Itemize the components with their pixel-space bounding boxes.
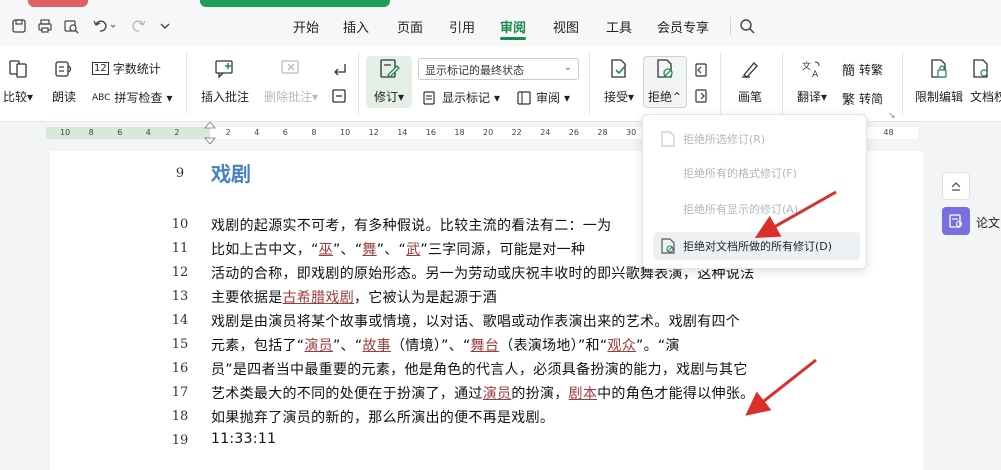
annotation-arrows <box>745 190 837 416</box>
arrow-to-document <box>745 358 817 416</box>
arrow-to-reject-all <box>754 190 837 238</box>
